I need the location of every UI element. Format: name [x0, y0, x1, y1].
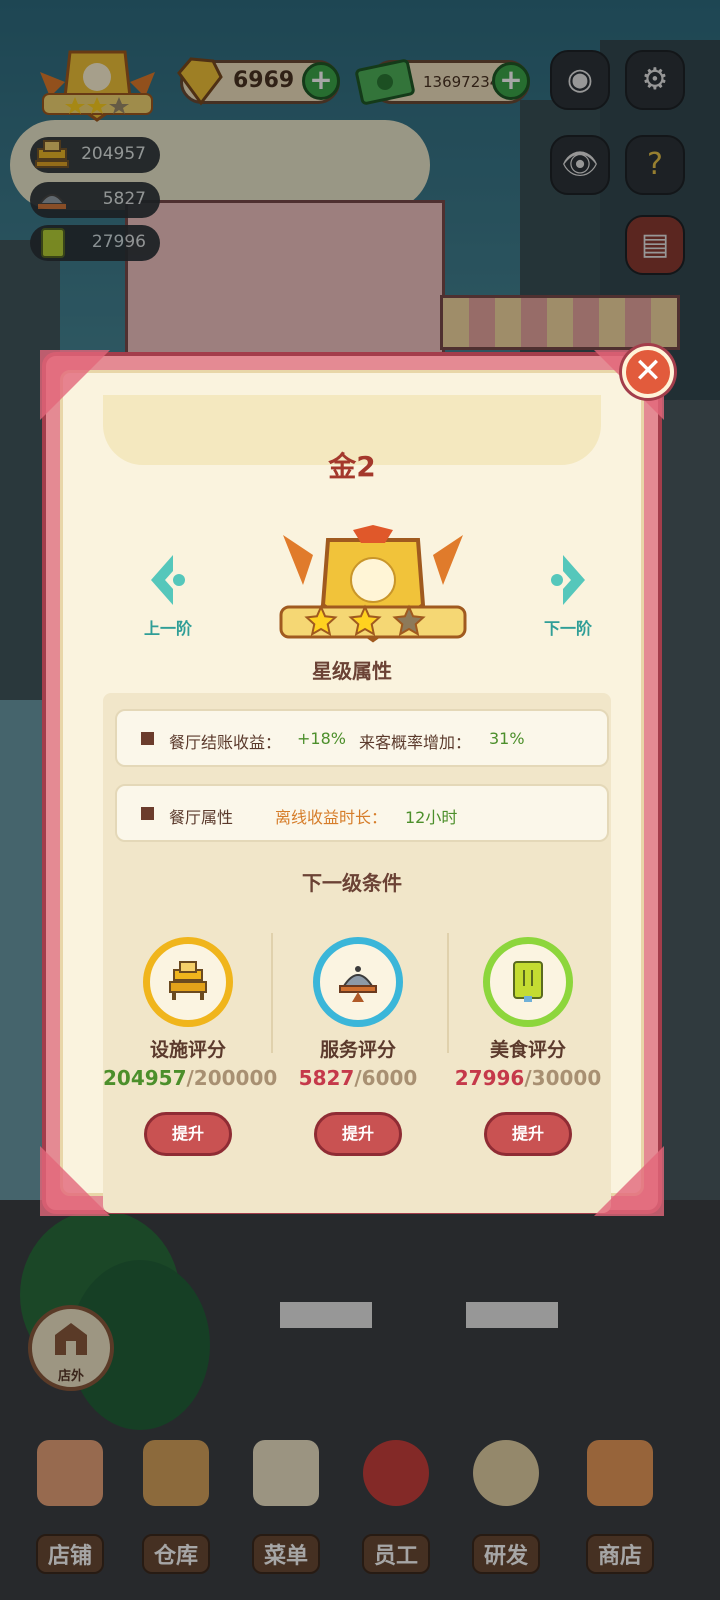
corner-ribbon-decoration [594, 1146, 664, 1216]
upgrade-food-button[interactable]: 提升 [484, 1112, 572, 1156]
restaurant-attribute-row: 餐厅属性 离线收益时长： 12小时 [115, 784, 609, 842]
next-rank-label: 下一阶 [543, 619, 592, 638]
customer-rate-label: 来客概率增加： [359, 733, 472, 752]
checkout-bonus-row: 餐厅结账收益： +18% 来客概率增加： 31% [115, 709, 609, 767]
service-cloche-icon [339, 966, 377, 1002]
close-button[interactable]: ✕ [622, 346, 674, 398]
facility-score-name: 设施评分 [149, 1039, 226, 1061]
corner-ribbon-decoration [40, 350, 110, 420]
star-attributes-title: 星级属性 [312, 659, 392, 683]
next-rank-button[interactable]: 下一阶 [523, 553, 613, 639]
bullet-square [141, 732, 154, 745]
close-icon: ✕ [633, 351, 663, 391]
chevron-right-icon [551, 555, 585, 605]
service-target: /6000 [354, 1066, 418, 1090]
customer-rate-value: 31% [489, 729, 525, 748]
star-filled-icon [348, 604, 382, 637]
prev-rank-button[interactable]: 上一阶 [123, 553, 213, 639]
service-current: 5827 [298, 1066, 355, 1090]
upgrade-service-button[interactable]: 提升 [314, 1112, 402, 1156]
restaurant-attribute-label: 餐厅属性 [169, 808, 234, 827]
service-progress: 5827/6000 [273, 1066, 443, 1090]
star-empty-icon [392, 604, 426, 637]
checkout-bonus-value: +18% [297, 729, 346, 748]
offline-duration-label: 离线收益时长： [275, 808, 388, 827]
food-condition: 美食评分 27996/30000 提升 [443, 937, 613, 1156]
offline-duration-value: 12小时 [405, 808, 458, 827]
service-score-name: 服务评分 [319, 1039, 396, 1061]
facility-target: /200000 [186, 1066, 278, 1090]
recipe-book-icon [513, 961, 543, 1002]
chevron-left-icon [151, 555, 185, 605]
food-score-name: 美食评分 [489, 1039, 566, 1061]
facility-progress: 204957/200000 [103, 1066, 277, 1090]
corner-ribbon-decoration [40, 1146, 110, 1216]
food-ring [483, 937, 573, 1027]
facility-ring [143, 937, 233, 1027]
dialog-body: 金2 上一阶 下一阶 星级属性 餐厅结账收益： +18% 来客概率增加： 31%… [60, 370, 644, 1213]
star-filled-icon [304, 604, 338, 637]
food-current: 27996 [454, 1066, 525, 1090]
facility-icon [169, 961, 207, 1000]
service-ring [313, 937, 403, 1027]
facility-current: 204957 [103, 1066, 187, 1090]
dialog-title: 金2 [328, 450, 376, 483]
bullet-square [141, 807, 154, 820]
star-rank-dialog: 金2 上一阶 下一阶 星级属性 餐厅结账收益： +18% 来客概率增加： 31%… [40, 350, 664, 1216]
facility-condition: 设施评分 204957/200000 提升 [103, 937, 277, 1156]
upgrade-facility-button[interactable]: 提升 [144, 1112, 232, 1156]
food-progress: 27996/30000 [443, 1066, 613, 1090]
checkout-bonus-label: 餐厅结账收益： [169, 733, 282, 752]
service-condition: 服务评分 5827/6000 提升 [273, 937, 443, 1156]
gold-rank-badge-icon [273, 525, 473, 655]
food-target: /30000 [524, 1066, 602, 1090]
prev-rank-label: 上一阶 [143, 619, 192, 638]
next-level-conditions-title: 下一级条件 [302, 871, 402, 895]
star-rating [304, 604, 426, 637]
